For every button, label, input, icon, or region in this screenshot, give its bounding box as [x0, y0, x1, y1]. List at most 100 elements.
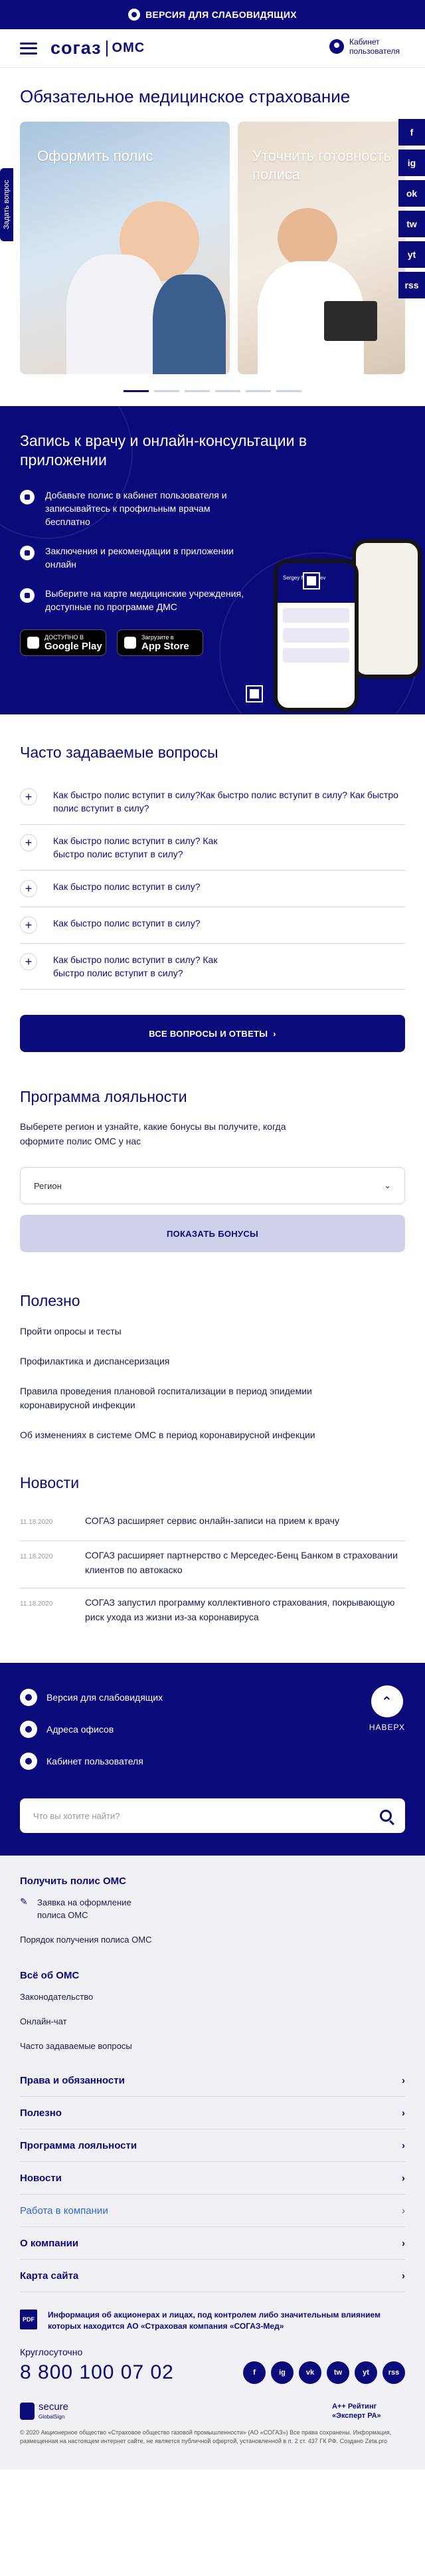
hero-card-title: Оформить полис [37, 148, 153, 164]
google-play-button[interactable]: ДОСТУПНО В Google Play [20, 629, 106, 656]
faq-item[interactable]: + Как быстро полис вступит в силу? [20, 871, 405, 907]
footer-link-label: Адреса офисов [46, 1724, 114, 1735]
twitter-icon[interactable]: tw [327, 2361, 349, 2384]
faq-question: Как быстро полис вступит в силу? Как быс… [53, 954, 218, 978]
slider-dot[interactable] [276, 390, 301, 392]
faq-title: Часто задаваемые вопросы [20, 744, 218, 761]
show-bonuses-button[interactable]: ПОКАЗАТЬ БОНУСЫ [20, 1215, 405, 1252]
store-small-text: Загрузите в [141, 633, 174, 641]
ask-question-tab[interactable]: Задать вопрос [0, 168, 13, 241]
chevron-right-icon: › [402, 2204, 405, 2216]
loyalty-title: Программа лояльности [20, 1088, 187, 1105]
menu-link[interactable]: Часто задаваемые вопросы [20, 2040, 405, 2052]
accordion-sitemap[interactable]: Карта сайта › [20, 2260, 405, 2292]
accordion-news[interactable]: Новости › [20, 2162, 405, 2195]
news-text: СОГАЗ расширяет сервис онлайн-записи на … [85, 1515, 339, 1526]
accordion-label: Программа лояльности [20, 2139, 137, 2151]
footer-low-vision-link[interactable]: Версия для слабовидящих [20, 1681, 405, 1713]
slider-dot[interactable] [185, 390, 210, 392]
logo[interactable]: согаз ОМС [50, 38, 145, 58]
news-text: СОГАЗ расширяет партнерство с Мерседес-Б… [85, 1550, 398, 1575]
faq-item[interactable]: + Как быстро полис вступит в силу? [20, 907, 405, 944]
odnoklassniki-icon[interactable]: ok [398, 180, 425, 207]
slider-dot[interactable] [154, 390, 179, 392]
slider-dot[interactable] [246, 390, 271, 392]
footer-blue: Версия для слабовидящих Адреса офисов Ка… [0, 1663, 425, 1856]
news-date: 11.18.2020 [20, 1553, 53, 1560]
secure-top: secure [39, 2401, 69, 2413]
chevron-right-icon: › [402, 2139, 405, 2151]
page-title: Обязательное медицинское страхование [20, 86, 351, 106]
hotline-number[interactable]: 8 800 100 07 02 [20, 2361, 174, 2383]
menu-link[interactable]: Заявка на оформление полиса ОМС [37, 1896, 143, 1921]
user-icon [329, 39, 344, 54]
menu-icon[interactable] [20, 42, 37, 54]
news-item[interactable]: 11.18.2020 СОГАЗ расширяет сервис онлайн-… [20, 1507, 405, 1541]
useful-link[interactable]: Правила проведения плановой госпитализац… [20, 1384, 339, 1412]
store-big-text: App Store [141, 640, 189, 652]
low-vision-bar[interactable]: ВЕРСИЯ ДЛЯ СЛАБОВИДЯЩИХ [0, 0, 425, 29]
footer-offices-link[interactable]: Адреса офисов [20, 1713, 405, 1745]
slider-dots [124, 390, 301, 392]
region-select[interactable]: Регион ⌄ [20, 1167, 405, 1204]
news-item[interactable]: 11.18.2020 СОГАЗ запустил программу колле… [20, 1588, 405, 1635]
hero-photo-figure [153, 274, 226, 374]
eye-icon [20, 1689, 37, 1706]
faq-question: Как быстро полис вступит в силу? Как быс… [53, 835, 218, 859]
chevron-down-icon: ⌄ [384, 1180, 391, 1190]
secure-badge: secure GlobalSign [20, 2401, 68, 2420]
instagram-icon[interactable]: ig [398, 150, 425, 176]
menu-group-title[interactable]: Получить полис ОМС [20, 1876, 405, 1887]
hero-card-get-policy[interactable]: Оформить полис [20, 122, 230, 374]
faq-item[interactable]: + Как быстро полис вступит в силу? Как бы… [20, 825, 405, 871]
facebook-icon[interactable]: f [398, 119, 425, 146]
chevron-right-icon: › [402, 2107, 405, 2119]
accordion-loyalty[interactable]: Программа лояльности › [20, 2129, 405, 2162]
cabinet-link[interactable]: Кабинет пользователя [329, 37, 400, 56]
search-field[interactable]: Что вы хотите найти? [20, 1798, 405, 1833]
phone-ui-block [283, 648, 349, 663]
faq-item[interactable]: + Как быстро полис вступит в силу? Как бы… [20, 944, 405, 990]
hero-card-policy-status[interactable]: Уточнить готовность полиса [238, 122, 405, 374]
useful-link[interactable]: Об изменениях в системе ОМС в период кор… [20, 1428, 392, 1442]
faq-item[interactable]: + Как быстро полис вступит в силу?Как быс… [20, 779, 405, 825]
menu-group-title[interactable]: Всё об ОМС [20, 1970, 405, 1981]
youtube-icon[interactable]: yt [398, 241, 425, 268]
useful-title: Полезно [20, 1292, 80, 1309]
slider-dot[interactable] [124, 390, 149, 392]
faq-question: Как быстро полис вступит в силу? [53, 881, 201, 892]
shareholders-info-link[interactable]: PDF Информация об акционерах и лицах, под… [20, 2292, 405, 2347]
rss-icon[interactable]: rss [382, 2361, 405, 2384]
menu-link[interactable]: Законодательство [20, 1990, 405, 2003]
footer-socials: f ig vk tw yt rss [243, 2361, 405, 2384]
map-pin-icon [20, 588, 35, 603]
footer-cabinet-link[interactable]: Кабинет пользователя [20, 1745, 405, 1777]
loyalty-section: Программа лояльности Выберете регион и у… [0, 1052, 425, 1252]
plus-icon: + [20, 880, 37, 897]
accordion-rights[interactable]: Права и обязанности › [20, 2064, 405, 2097]
scroll-top-button[interactable]: ⌃ НАВЕРХ [369, 1685, 405, 1732]
app-store-button[interactable]: Загрузите в App Store [117, 629, 203, 656]
facebook-icon[interactable]: f [243, 2361, 266, 2384]
slider-dot[interactable] [215, 390, 240, 392]
instagram-icon[interactable]: ig [271, 2361, 294, 2384]
vk-icon[interactable]: vk [299, 2361, 321, 2384]
twitter-icon[interactable]: tw [398, 211, 425, 237]
accordion-careers[interactable]: Работа в компании › [20, 2195, 405, 2227]
all-faq-button[interactable]: ВСЕ ВОПРОСЫ И ОТВЕТЫ › [20, 1015, 405, 1052]
search-icon[interactable] [380, 1810, 392, 1822]
accordion-label: Карта сайта [20, 2270, 79, 2282]
accordion-useful[interactable]: Полезно › [20, 2097, 405, 2129]
useful-link[interactable]: Пройти опросы и тесты [20, 1325, 392, 1339]
accordion-about[interactable]: О компании › [20, 2227, 405, 2260]
menu-link[interactable]: Порядок получения полиса ОМС [20, 1933, 405, 1946]
useful-link[interactable]: Профилактика и диспансеризация [20, 1354, 392, 1368]
plus-icon: + [20, 953, 37, 970]
youtube-icon[interactable]: yt [355, 2361, 377, 2384]
copyright: © 2020 Акционерное общество «Страховое о… [20, 2429, 392, 2444]
low-vision-label: ВЕРСИЯ ДЛЯ СЛАБОВИДЯЩИХ [145, 9, 297, 20]
rss-icon[interactable]: rss [398, 272, 425, 298]
menu-link[interactable]: Онлайн-чат [20, 2015, 405, 2028]
side-social-bar: f ig ok tw yt rss [398, 119, 425, 298]
news-item[interactable]: 11.18.2020 СОГАЗ расширяет партнерство с … [20, 1541, 405, 1588]
